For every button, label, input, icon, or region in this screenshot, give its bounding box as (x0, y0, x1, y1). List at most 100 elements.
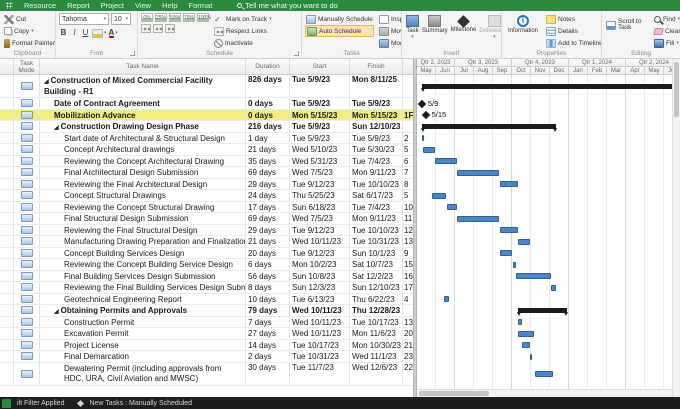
mark-on-track-button[interactable]: Mark on Track▾ (213, 13, 273, 25)
predecessors-cell[interactable]: 13 (403, 317, 413, 328)
predecessors-cell[interactable]: 15 (403, 259, 413, 270)
table-row[interactable]: Reviewing the Final Building Services De… (0, 282, 413, 294)
timescale-month[interactable]: Feb (588, 67, 607, 75)
scroll-to-task-button[interactable]: Scroll to Task (605, 13, 649, 37)
timescale-month[interactable]: Dec (550, 67, 569, 75)
finish-cell[interactable]: Mon 8/11/25 (350, 75, 403, 97)
finish-cell[interactable]: Thu 6/22/23 (350, 293, 403, 304)
duration-cell[interactable]: 21 days (246, 236, 290, 247)
table-row[interactable]: Final Structural Design Submission 69 day… (0, 213, 413, 225)
percent-complete-75-button[interactable]: 75% (183, 13, 195, 22)
predecessors-cell[interactable]: 17 (403, 282, 413, 293)
timescale-month[interactable]: Aug (474, 67, 493, 75)
predecessors-cell[interactable]: 12 (403, 225, 413, 236)
timescale-month[interactable]: May (417, 67, 436, 75)
task-name-cell[interactable]: Final Building Services Design Submissio… (40, 270, 246, 281)
row-indicator-cell[interactable] (0, 155, 14, 166)
finish-cell[interactable]: Sun 12/10/23 (350, 282, 403, 293)
table-row[interactable]: ◢ Obtaining Permits and Approvals 79 days W… (0, 305, 413, 317)
duration-cell[interactable]: 21 days (246, 144, 290, 155)
duration-cell[interactable]: 56 days (246, 270, 290, 281)
auto-schedule-button[interactable]: Auto Schedule (305, 25, 374, 37)
copy-button[interactable]: Copy ▾ (3, 25, 53, 37)
start-cell[interactable]: Wed 10/11/23 (290, 316, 350, 327)
predecessors-cell[interactable]: 4 (403, 294, 413, 305)
task-name-cell[interactable]: Manufacturing Drawing Preparation and Fi… (40, 236, 246, 247)
predecessors-cell[interactable]: 23 (403, 351, 413, 362)
task-name-cell[interactable]: Reviewing the Concept Structural Drawing (40, 201, 246, 212)
table-row[interactable]: Project License 14 days Tue 10/17/23 Mon 10… (0, 339, 413, 351)
task-bar[interactable] (422, 146, 435, 153)
percent-complete-25-button[interactable]: 25% (155, 13, 167, 22)
duration-cell[interactable]: 69 days (246, 213, 290, 224)
duration-cell[interactable]: 6 days (246, 259, 290, 270)
duration-cell[interactable]: 35 days (246, 155, 290, 166)
task-name-cell[interactable]: ◢ Construction Drawing Design Phase (40, 121, 246, 132)
start-cell[interactable]: Wed 10/11/23 (290, 305, 350, 316)
predecessors-cell[interactable]: 5 (403, 144, 413, 155)
predecessors-column-header[interactable] (403, 59, 413, 74)
duration-cell[interactable]: 24 days (246, 190, 290, 201)
task-mode-cell[interactable] (14, 305, 40, 316)
schedule-dialog-launcher[interactable] (294, 51, 299, 56)
predecessors-cell[interactable] (403, 75, 413, 97)
predecessors-cell[interactable]: 22 (403, 363, 413, 385)
duration-cell[interactable]: 79 days (246, 305, 290, 316)
start-cell[interactable]: Mon 5/15/23 (290, 109, 350, 120)
finish-cell[interactable]: Sat 10/7/23 (350, 259, 403, 270)
table-row[interactable]: ◢ Construction of Mixed Commercial Facili… (0, 75, 413, 98)
duration-cell[interactable]: 29 days (246, 178, 290, 189)
timescale-month[interactable]: Jul (455, 67, 474, 75)
task-name-cell[interactable]: Excavation Permit (40, 328, 246, 339)
duration-cell[interactable]: 20 days (246, 247, 290, 258)
timescale-quarter[interactable]: Qtr 3, 2023 (455, 59, 512, 67)
vertical-scrollbar[interactable] (672, 59, 680, 397)
row-indicator-cell[interactable] (0, 351, 14, 362)
finish-cell[interactable]: Mon 5/15/23 (350, 109, 403, 120)
table-row[interactable]: Geotechnical Engineering Report 10 days Tu… (0, 293, 413, 305)
notes-button[interactable]: Notes (545, 13, 601, 25)
predecessors-cell[interactable]: 2 (403, 133, 413, 144)
task-name-cell[interactable]: Concept Architectural drawings (40, 144, 246, 155)
start-cell[interactable]: Tue 9/12/23 (290, 247, 350, 258)
expand-collapse-icon[interactable]: ◢ (44, 77, 49, 87)
task-mode-cell[interactable] (14, 121, 40, 132)
task-mode-cell[interactable] (14, 178, 40, 189)
task-mode-cell[interactable] (14, 316, 40, 327)
task-name-cell[interactable]: ◢ Obtaining Permits and Approvals (40, 305, 246, 316)
finish-cell[interactable]: Tue 7/4/23 (350, 201, 403, 212)
task-mode-column-header[interactable]: Task Mode (14, 59, 40, 74)
task-name-cell[interactable]: Date of Contract Agreement (40, 98, 246, 109)
row-indicator-cell[interactable] (0, 167, 14, 178)
start-cell[interactable]: Wed 5/10/23 (290, 144, 350, 155)
move-button[interactable]: Move▾ (378, 25, 401, 37)
tab-format[interactable]: Format (189, 0, 213, 11)
finish-cell[interactable]: Mon 10/30/23 (350, 339, 403, 350)
underline-button[interactable]: U (81, 27, 90, 39)
timescale-quarter[interactable]: Qtr 1, 2024 (569, 59, 626, 67)
task-mode-cell[interactable] (14, 109, 40, 120)
task-name-cell[interactable]: Final Structural Design Submission (40, 213, 246, 224)
task-bar[interactable] (446, 204, 457, 211)
row-indicator-cell[interactable] (0, 247, 14, 258)
start-cell[interactable]: Thu 5/25/23 (290, 190, 350, 201)
task-bar[interactable] (457, 215, 500, 222)
table-row[interactable]: Reviewing the Concept Building Service D… (0, 259, 413, 271)
finish-cell[interactable]: Tue 5/30/23 (350, 144, 403, 155)
finish-cell[interactable]: Wed 11/1/23 (350, 351, 403, 362)
row-indicator-cell[interactable] (0, 144, 14, 155)
font-name-select[interactable]: Tahoma ▾ (59, 13, 109, 25)
start-cell[interactable]: Sun 10/8/23 (290, 270, 350, 281)
timescale-quarter[interactable]: Qtr 2, 2024 (626, 59, 672, 67)
task-mode-cell[interactable] (14, 132, 40, 143)
predecessors-cell[interactable]: 13 (403, 236, 413, 247)
row-indicator-cell[interactable] (0, 259, 14, 270)
duration-cell[interactable]: 7 days (246, 316, 290, 327)
finish-cell[interactable]: Tue 10/17/23 (350, 316, 403, 327)
row-indicator-cell[interactable] (0, 109, 14, 120)
insert-task-button[interactable]: Task ▾ (405, 13, 420, 48)
duration-cell[interactable]: 0 days (246, 98, 290, 109)
predecessors-cell[interactable]: 11 (403, 213, 413, 224)
insert-milestone-button[interactable]: Milestone (450, 13, 478, 48)
duration-cell[interactable]: 30 days (246, 362, 290, 385)
